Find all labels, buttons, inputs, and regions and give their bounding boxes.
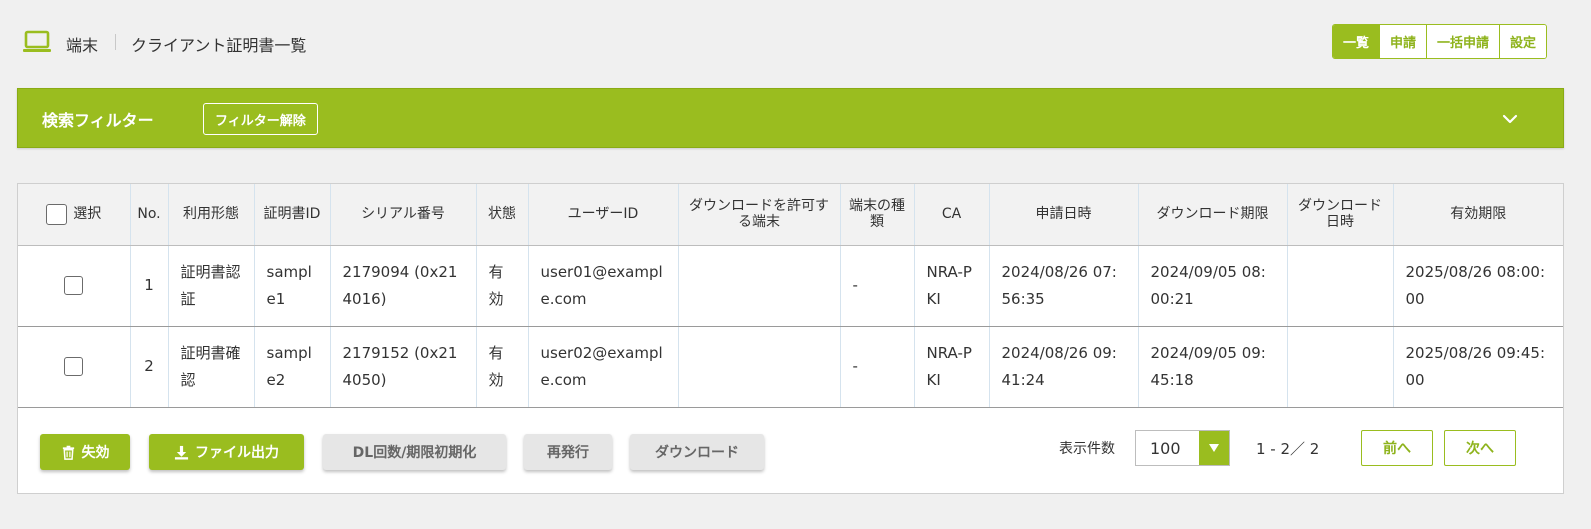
column-header-serial[interactable]: シリアル番号 [330, 184, 477, 246]
revoke-button[interactable]: 失効 [40, 434, 130, 470]
cell-usage: 証明書確認 [168, 326, 255, 408]
laptop-icon [23, 30, 51, 52]
cell-serial: 2179094 (0x214016) [330, 245, 477, 327]
row-checkbox[interactable] [64, 357, 84, 376]
cell-valid-until: 2025/08/26 08:00:00 [1393, 245, 1563, 327]
tab-apply[interactable]: 申請 [1379, 25, 1427, 58]
cell-usage: 証明書認証 [168, 245, 255, 327]
revoke-button-label: 失効 [81, 445, 110, 461]
column-header-applied-at[interactable]: 申請日時 [989, 184, 1139, 246]
cell-ca: NRA-PKI [914, 326, 990, 408]
page-header: 端末 クライアント証明書一覧 一覧 申請 一括申請 設定 [0, 0, 1591, 88]
breadcrumb-separator [115, 34, 116, 50]
cell-downloaded-at [1287, 245, 1394, 327]
table-header-row: 選択 No. 利用形態 証明書ID シリアル番号 状態 ユーザーID ダウンロー… [18, 184, 1563, 246]
column-header-device-type[interactable]: 端末の種類 [840, 184, 915, 246]
cell-download-deadline: 2024/09/05 09:45:18 [1138, 326, 1288, 408]
trash-icon [62, 445, 74, 460]
table-row[interactable]: 2 証明書確認 sample2 2179152 (0x214050) 有効 us… [18, 326, 1563, 408]
page-title: クライアント証明書一覧 [131, 36, 307, 55]
tab-settings[interactable]: 設定 [1499, 25, 1547, 58]
per-page-label: 表示件数 [1059, 441, 1115, 457]
breadcrumb-root[interactable]: 端末 [66, 32, 98, 56]
cell-applied-at: 2024/08/26 07:56:35 [989, 245, 1139, 327]
column-header-user-id[interactable]: ユーザーID [528, 184, 679, 246]
view-tabs: 一覧 申請 一括申請 設定 [1332, 24, 1548, 59]
cell-cert-id: sample2 [254, 326, 331, 408]
cell-allowed-device [678, 245, 841, 327]
table-row[interactable]: 1 証明書認証 sample1 2179094 (0x214016) 有効 us… [18, 245, 1563, 327]
column-header-valid-until[interactable]: 有効期限 [1393, 184, 1563, 246]
cell-select [18, 245, 131, 327]
cell-cert-id: sample1 [254, 245, 331, 327]
column-label-select: 選択 [73, 206, 102, 223]
column-header-ca[interactable]: CA [914, 184, 990, 246]
cell-allowed-device [678, 326, 841, 408]
column-header-cert-id[interactable]: 証明書ID [254, 184, 331, 246]
cell-no: 2 [130, 326, 169, 408]
cell-downloaded-at [1287, 326, 1394, 408]
cell-no: 1 [130, 245, 169, 327]
column-header-select: 選択 [18, 184, 131, 246]
column-header-usage[interactable]: 利用形態 [168, 184, 255, 246]
cell-applied-at: 2024/08/26 09:41:24 [989, 326, 1139, 408]
cell-select [18, 326, 131, 408]
pagination-range: 1 - 2／ 2 [1256, 440, 1320, 458]
certificate-table: 選択 No. 利用形態 証明書ID シリアル番号 状態 ユーザーID ダウンロー… [18, 184, 1563, 408]
cell-device-type: - [840, 245, 915, 327]
filter-title: 検索フィルター [42, 111, 154, 130]
cell-status: 有効 [476, 245, 529, 327]
cell-user-id: user01@example.com [528, 245, 679, 327]
download-icon [174, 445, 189, 460]
dropdown-arrow-icon[interactable] [1199, 431, 1229, 465]
cell-serial: 2179152 (0x214050) [330, 326, 477, 408]
tab-bulk-apply[interactable]: 一括申請 [1426, 25, 1500, 58]
cell-user-id: user02@example.com [528, 326, 679, 408]
cell-ca: NRA-PKI [914, 245, 990, 327]
prev-page-button[interactable]: 前へ [1361, 430, 1433, 466]
next-page-button[interactable]: 次へ [1444, 430, 1516, 466]
reset-download-count-button[interactable]: DL回数/期限初期化 [323, 434, 506, 470]
download-button[interactable]: ダウンロード [630, 434, 764, 470]
column-header-download-deadline[interactable]: ダウンロード期限 [1138, 184, 1288, 246]
reissue-button[interactable]: 再発行 [524, 434, 612, 470]
export-file-button-label: ファイル出力 [195, 445, 279, 461]
column-header-status[interactable]: 状態 [476, 184, 529, 246]
cell-device-type: - [840, 326, 915, 408]
column-header-downloaded-at[interactable]: ダウンロード日時 [1287, 184, 1394, 246]
cell-download-deadline: 2024/09/05 08:00:21 [1138, 245, 1288, 327]
export-file-button[interactable]: ファイル出力 [149, 434, 304, 470]
per-page-select[interactable]: 100 [1135, 430, 1230, 466]
clear-filter-button[interactable]: フィルター解除 [203, 103, 318, 135]
certificate-table-panel: 選択 No. 利用形態 証明書ID シリアル番号 状態 ユーザーID ダウンロー… [17, 183, 1564, 494]
chevron-down-icon[interactable] [1500, 109, 1520, 129]
select-all-checkbox[interactable] [46, 203, 68, 225]
row-checkbox[interactable] [64, 276, 84, 295]
per-page-value: 100 [1150, 438, 1181, 458]
cell-valid-until: 2025/08/26 09:45:00 [1393, 326, 1563, 408]
cell-status: 有効 [476, 326, 529, 408]
column-header-allowed-device[interactable]: ダウンロードを許可する端末 [678, 184, 841, 246]
tab-list[interactable]: 一覧 [1333, 25, 1380, 58]
column-header-no[interactable]: No. [130, 184, 169, 246]
search-filter-bar[interactable]: 検索フィルター フィルター解除 [17, 88, 1564, 148]
